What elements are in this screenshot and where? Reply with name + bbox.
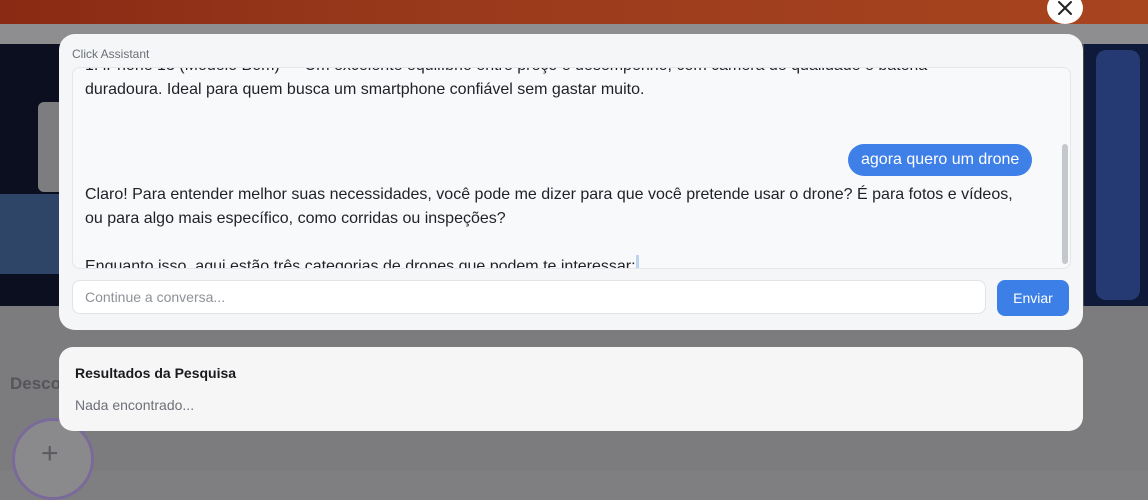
chat-history[interactable]: 1. iPhone 13 (Modelo Bom) — Um excelente… xyxy=(72,67,1071,269)
assistant-panel: Click Assistant 1. iPhone 13 (Modelo Bom… xyxy=(59,34,1083,330)
background-top-bar xyxy=(0,0,1148,24)
text-cursor xyxy=(635,255,639,268)
assistant-title: Click Assistant xyxy=(72,47,150,61)
results-empty-text: Nada encontrado... xyxy=(75,397,195,413)
chat-input[interactable] xyxy=(72,280,986,314)
user-message-row: agora quero um drone xyxy=(848,144,1033,176)
banner-left-image xyxy=(0,44,60,306)
user-message: agora quero um drone xyxy=(848,144,1033,176)
plus-icon: + xyxy=(41,437,59,470)
send-button[interactable]: Enviar xyxy=(997,280,1069,316)
assistant-reply-paragraph: Enquanto isso, aqui estão três categoria… xyxy=(85,255,1015,269)
background-section-heading: Desco xyxy=(10,374,62,393)
search-results-panel: Resultados da Pesquisa Nada encontrado..… xyxy=(59,347,1083,431)
results-title: Resultados da Pesquisa xyxy=(75,365,237,381)
assistant-reply-paragraph: Claro! Para entender melhor suas necessi… xyxy=(85,186,1013,227)
assistant-reply-text: Enquanto isso, aqui estão três categoria… xyxy=(85,258,636,269)
previous-message-line: 1. iPhone 13 (Modelo Bom) — Um excelente… xyxy=(85,68,1015,78)
previous-assistant-message: 1. iPhone 13 (Modelo Bom) — Um excelente… xyxy=(85,68,1015,102)
chat-scrollbar[interactable] xyxy=(1062,144,1068,264)
close-icon xyxy=(1058,1,1072,15)
assistant-reply: Claro! Para entender melhor suas necessi… xyxy=(85,183,1015,269)
previous-message-line: duradoura. Ideal para quem busca um smar… xyxy=(85,81,645,98)
banner-right-image xyxy=(1084,44,1148,306)
